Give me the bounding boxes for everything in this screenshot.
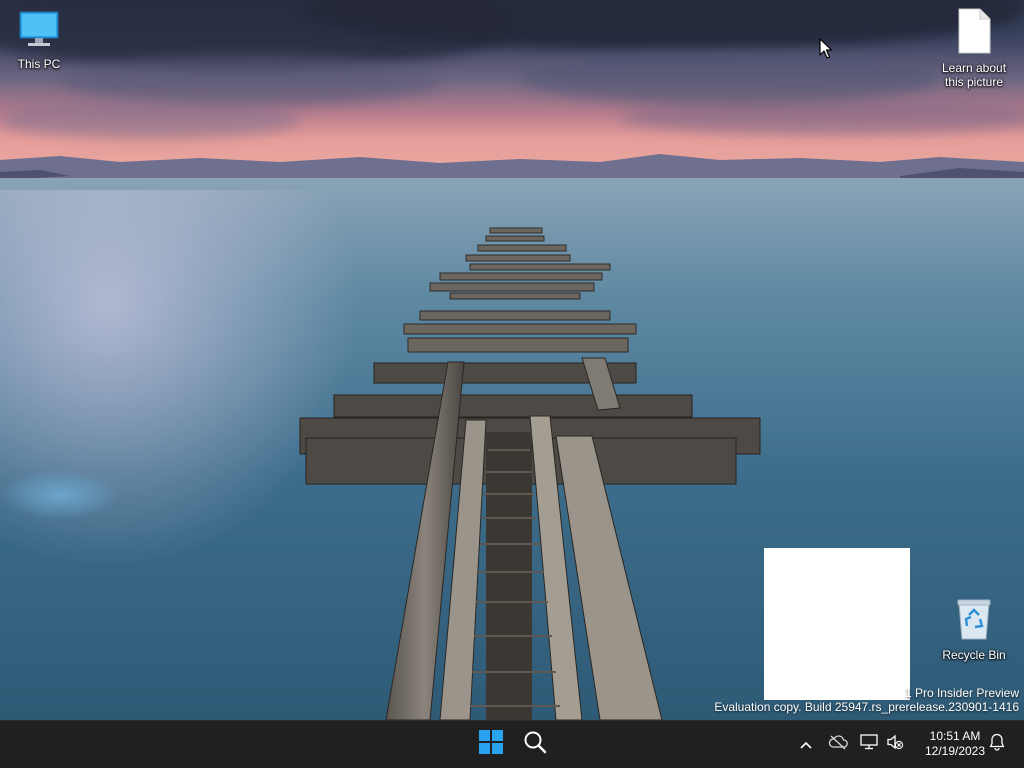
notification-center-button[interactable]: [986, 721, 1008, 768]
show-hidden-icons-button[interactable]: [794, 721, 818, 768]
mouse-cursor-icon: [819, 38, 833, 59]
blank-file-icon: [936, 8, 1012, 57]
windows-start-icon: [479, 730, 503, 759]
search-icon: [523, 730, 547, 759]
network-icon: [860, 734, 878, 755]
watermark-line-2: Evaluation copy. Build 25947.rs_prerelea…: [714, 700, 1019, 714]
computer-icon: [1, 10, 77, 53]
network-button[interactable]: [858, 721, 880, 768]
watermark-line-1: 1 Pro Insider Preview: [904, 686, 1019, 700]
desktop-icon-learn-about-picture[interactable]: Learn about this picture: [936, 8, 1012, 89]
bell-icon: [989, 733, 1005, 756]
recycle-bin-icon: [936, 597, 1012, 644]
onedrive-button[interactable]: [826, 721, 850, 768]
evaluation-watermark: 1 Pro Insider Preview Evaluation copy. B…: [714, 686, 1019, 714]
chevron-up-icon: [800, 736, 812, 754]
desktop-icon-this-pc[interactable]: This PC: [1, 10, 77, 71]
blank-popup-panel: [764, 548, 910, 700]
taskbar: 10:51 AM 12/19/2023: [0, 720, 1024, 768]
volume-button[interactable]: [884, 721, 906, 768]
search-button[interactable]: [514, 721, 556, 768]
desktop-icon-recycle-bin[interactable]: Recycle Bin: [936, 597, 1012, 662]
onedrive-offline-icon: [828, 734, 848, 755]
start-button[interactable]: [471, 721, 511, 768]
volume-muted-icon: [886, 734, 904, 755]
